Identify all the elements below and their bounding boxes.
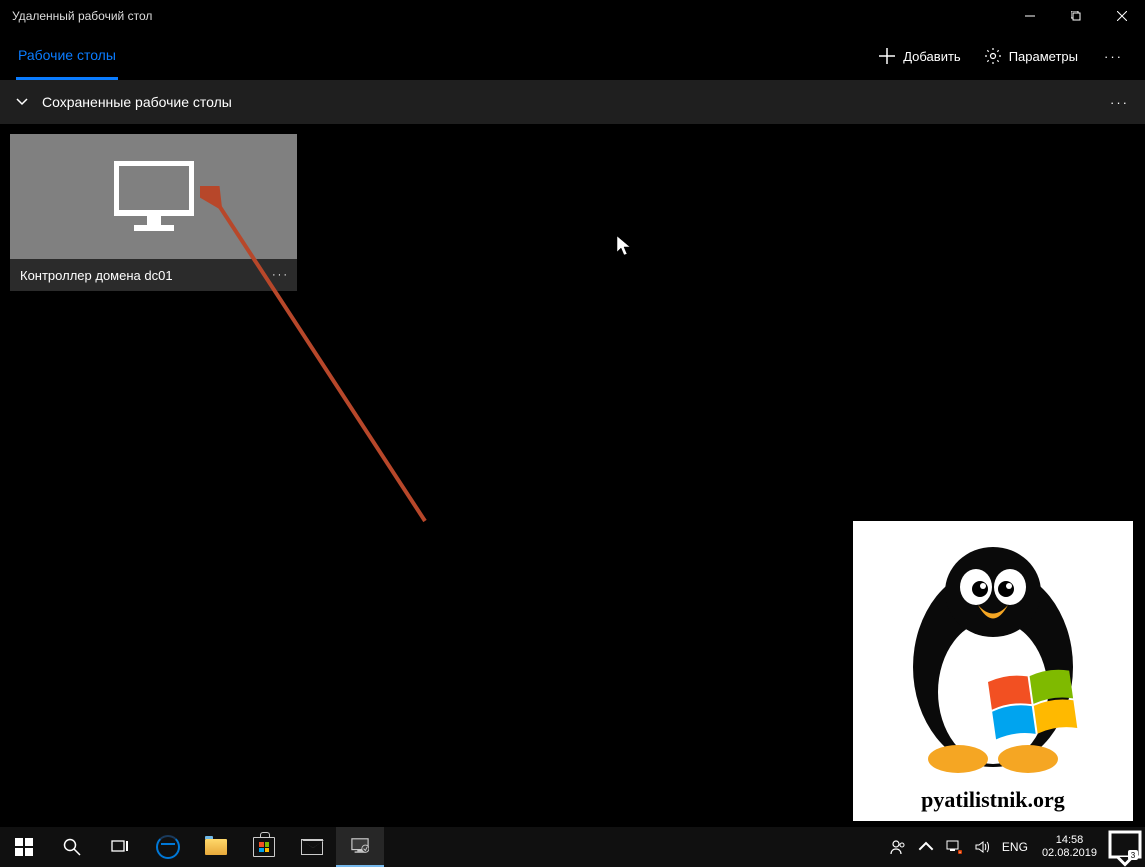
tab-desktops[interactable]: Рабочие столы xyxy=(16,33,118,80)
monitor-icon xyxy=(114,161,194,233)
add-button[interactable]: Добавить xyxy=(867,38,972,74)
section-more-button[interactable]: ··· xyxy=(1110,95,1129,110)
taskbar-left xyxy=(0,827,384,867)
store-icon xyxy=(253,837,275,857)
minimize-button[interactable] xyxy=(1007,0,1053,32)
search-icon xyxy=(63,838,81,856)
app-toolbar: Рабочие столы Добавить Параметры ··· xyxy=(0,32,1145,80)
explorer-button[interactable] xyxy=(192,827,240,867)
plus-icon xyxy=(879,48,895,64)
penguin-logo-icon xyxy=(878,537,1108,787)
store-button[interactable] xyxy=(240,827,288,867)
content-area: Контроллер домена dc01 ··· xyxy=(0,124,1145,827)
window-controls xyxy=(1007,0,1145,32)
tile-name: Контроллер домена dc01 xyxy=(20,268,173,283)
section-header[interactable]: Сохраненные рабочие столы ··· xyxy=(0,80,1145,124)
start-button[interactable] xyxy=(0,827,48,867)
tile-label-bar: Контроллер домена dc01 ··· xyxy=(10,259,297,291)
speaker-icon xyxy=(974,839,990,855)
edge-icon xyxy=(156,835,180,859)
window-title: Удаленный рабочий стол xyxy=(0,9,152,23)
clock-button[interactable]: 14:58 02.08.2019 xyxy=(1034,834,1105,860)
edge-button[interactable] xyxy=(144,827,192,867)
gear-icon xyxy=(985,48,1001,64)
close-icon xyxy=(1117,11,1127,21)
clock-date: 02.08.2019 xyxy=(1042,847,1097,860)
notification-badge: 3 xyxy=(1128,850,1138,860)
windows-icon xyxy=(15,838,33,856)
clock-time: 14:58 xyxy=(1056,834,1084,847)
search-button[interactable] xyxy=(48,827,96,867)
watermark: pyatilistnik.org xyxy=(853,521,1133,821)
settings-button[interactable]: Параметры xyxy=(973,38,1090,74)
language-label: ENG xyxy=(1002,840,1028,854)
notification-icon xyxy=(1105,827,1145,867)
mail-button[interactable] xyxy=(288,827,336,867)
mail-icon xyxy=(301,839,323,855)
taskview-icon xyxy=(111,838,129,856)
add-label: Добавить xyxy=(903,49,960,64)
network-icon: × xyxy=(946,839,962,855)
language-button[interactable]: ENG xyxy=(996,827,1034,867)
close-button[interactable] xyxy=(1099,0,1145,32)
people-icon xyxy=(890,839,906,855)
watermark-text: pyatilistnik.org xyxy=(921,787,1065,813)
chevron-up-icon xyxy=(918,839,934,855)
people-button[interactable] xyxy=(884,827,912,867)
section-title: Сохраненные рабочие столы xyxy=(42,94,232,110)
network-button[interactable]: × xyxy=(940,827,968,867)
window-titlebar: Удаленный рабочий стол xyxy=(0,0,1145,32)
section-header-left: Сохраненные рабочие столы xyxy=(16,94,232,110)
tray-expand-button[interactable] xyxy=(912,827,940,867)
folder-icon xyxy=(205,839,227,855)
maximize-icon xyxy=(1071,11,1081,21)
taskbar: × ENG 14:58 02.08.2019 3 xyxy=(0,827,1145,867)
tile-preview xyxy=(10,134,297,259)
toolbar-more-button[interactable]: ··· xyxy=(1090,39,1137,74)
settings-label: Параметры xyxy=(1009,49,1078,64)
taskview-button[interactable] xyxy=(96,827,144,867)
minimize-icon xyxy=(1025,11,1035,21)
maximize-button[interactable] xyxy=(1053,0,1099,32)
chevron-down-icon xyxy=(16,96,28,108)
tile-more-button[interactable]: ··· xyxy=(272,269,289,281)
volume-button[interactable] xyxy=(968,827,996,867)
remote-desktop-icon xyxy=(351,837,369,855)
cursor-icon xyxy=(617,236,633,258)
taskbar-right: × ENG 14:58 02.08.2019 3 xyxy=(884,827,1145,867)
toolbar-actions: Добавить Параметры ··· xyxy=(867,38,1137,74)
notification-button[interactable]: 3 xyxy=(1105,827,1145,867)
desktop-tile[interactable]: Контроллер домена dc01 ··· xyxy=(10,134,297,291)
remote-desktop-button[interactable] xyxy=(336,827,384,867)
